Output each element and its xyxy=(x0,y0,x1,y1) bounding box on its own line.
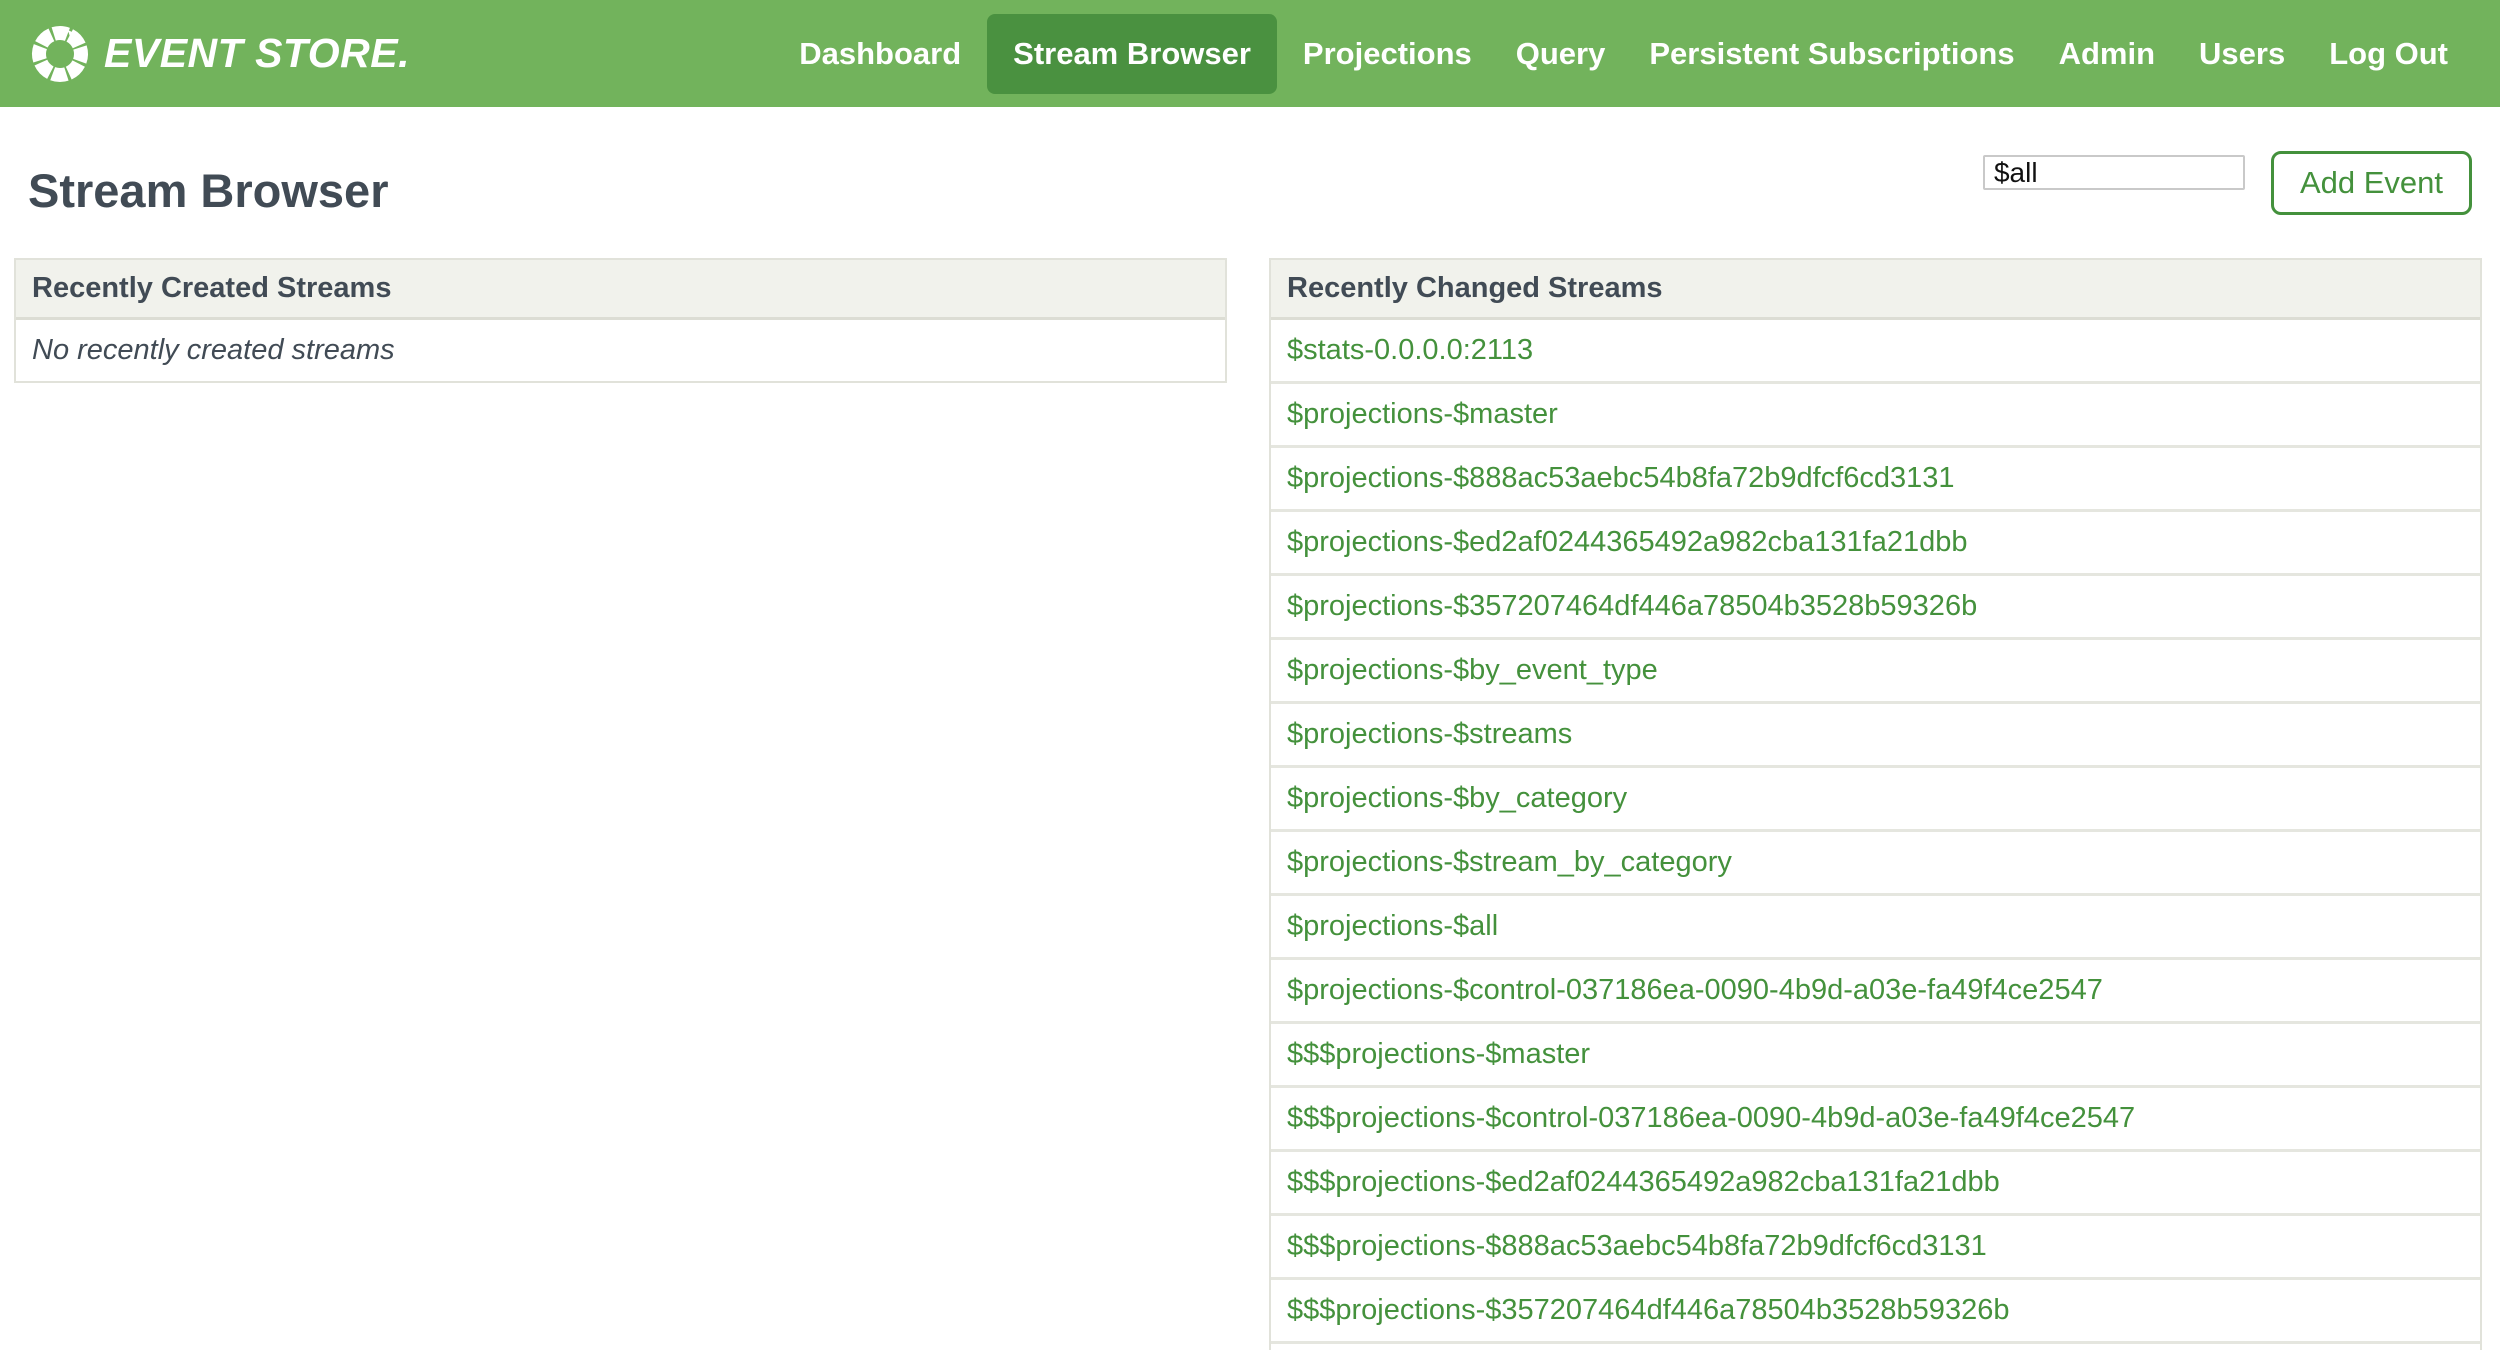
nav-item[interactable]: Log Out xyxy=(2307,14,2470,94)
stream-list: $stats-0.0.0.0:2113 $projections-$master… xyxy=(1271,320,2480,1344)
stream-link[interactable]: $projections-$by_event_type xyxy=(1287,654,1658,687)
nav-item[interactable]: Users xyxy=(2177,14,2307,94)
stream-link[interactable]: $$$projections-$control-037186ea-0090-4b… xyxy=(1287,1102,2135,1135)
nav-item[interactable]: Projections xyxy=(1281,14,1494,94)
stream-row[interactable]: $projections-$by_event_type xyxy=(1271,640,2480,704)
stream-row[interactable]: $projections-$ed2af0244365492a982cba131f… xyxy=(1271,512,2480,576)
stream-row[interactable]: $$$projections-$control-037186ea-0090-4b… xyxy=(1271,1088,2480,1152)
recently-changed-header: Recently Changed Streams xyxy=(1271,260,2480,320)
stream-row[interactable]: $projections-$by_category xyxy=(1271,768,2480,832)
stream-link[interactable]: $projections-$stream_by_category xyxy=(1287,846,1732,879)
recently-created-header: Recently Created Streams xyxy=(16,260,1225,320)
panels-container: Recently Created Streams No recently cre… xyxy=(0,258,2500,1350)
stream-link[interactable]: $projections-$888ac53aebc54b8fa72b9dfcf6… xyxy=(1287,462,1955,495)
stream-link[interactable]: $projections-$master xyxy=(1287,398,1558,431)
stream-name-input[interactable] xyxy=(1982,155,2245,190)
stream-row[interactable]: $projections-$master xyxy=(1271,384,2480,448)
add-event-button[interactable]: Add Event xyxy=(2270,151,2472,215)
stream-link[interactable]: $projections-$by_category xyxy=(1287,782,1627,815)
stream-link[interactable]: $projections-$all xyxy=(1287,910,1498,943)
stream-row[interactable]: $stats-0.0.0.0:2113 xyxy=(1271,320,2480,384)
stream-row[interactable]: $projections-$all xyxy=(1271,896,2480,960)
stream-link[interactable]: $projections-$streams xyxy=(1287,718,1572,751)
stream-row[interactable]: $projections-$888ac53aebc54b8fa72b9dfcf6… xyxy=(1271,448,2480,512)
stream-link[interactable]: $projections-$control-037186ea-0090-4b9d… xyxy=(1287,974,2103,1007)
main-nav: Dashboard Stream Browser Projections Que… xyxy=(777,13,2470,94)
eventstore-logo-icon xyxy=(32,25,88,82)
stream-row[interactable]: $projections-$stream_by_category xyxy=(1271,832,2480,896)
stream-row[interactable]: $projections-$357207464df446a78504b3528b… xyxy=(1271,576,2480,640)
nav-item[interactable]: Persistent Subscriptions xyxy=(1627,14,2036,94)
nav-item[interactable]: Stream Browser xyxy=(987,13,1277,94)
stream-link[interactable]: $projections-$ed2af0244365492a982cba131f… xyxy=(1287,526,1968,559)
nav-item[interactable]: Admin xyxy=(2037,14,2177,94)
nav-item[interactable]: Dashboard xyxy=(777,14,983,94)
stream-link[interactable]: $$$projections-$ed2af0244365492a982cba13… xyxy=(1287,1166,2000,1199)
stream-row[interactable]: $projections-$control-037186ea-0090-4b9d… xyxy=(1271,960,2480,1024)
recently-changed-panel: Recently Changed Streams $stats-0.0.0.0:… xyxy=(1269,258,2482,1350)
stream-row[interactable]: $$$projections-$357207464df446a78504b352… xyxy=(1271,1280,2480,1344)
no-created-streams-message: No recently created streams xyxy=(32,334,395,366)
page-header: Stream Browser Add Event xyxy=(0,107,2500,258)
stream-row[interactable]: $$$projections-$888ac53aebc54b8fa72b9dfc… xyxy=(1271,1216,2480,1280)
eventstore-brand[interactable]: EVENT STORE. xyxy=(30,24,410,84)
stream-link[interactable]: $$$projections-$357207464df446a78504b352… xyxy=(1287,1294,2009,1327)
stream-row[interactable]: $projections-$streams xyxy=(1271,704,2480,768)
page-controls: Add Event xyxy=(1982,151,2472,215)
stream-link[interactable]: $$$projections-$master xyxy=(1287,1038,1590,1071)
top-navbar: EVENT STORE. Dashboard Stream Browser Pr… xyxy=(0,0,2500,107)
stream-row[interactable]: $$$projections-$master xyxy=(1271,1024,2480,1088)
page-title: Stream Browser xyxy=(28,164,389,217)
stream-link[interactable]: $$$projections-$888ac53aebc54b8fa72b9dfc… xyxy=(1287,1230,1987,1263)
stream-link[interactable]: $projections-$357207464df446a78504b3528b… xyxy=(1287,590,1977,623)
nav-item[interactable]: Query xyxy=(1494,14,1628,94)
stream-link[interactable]: $stats-0.0.0.0:2113 xyxy=(1287,334,1533,367)
stream-row[interactable]: $$$projections-$ed2af0244365492a982cba13… xyxy=(1271,1152,2480,1216)
brand-wordmark: EVENT STORE. xyxy=(104,30,410,76)
recently-created-panel: Recently Created Streams No recently cre… xyxy=(14,258,1227,383)
